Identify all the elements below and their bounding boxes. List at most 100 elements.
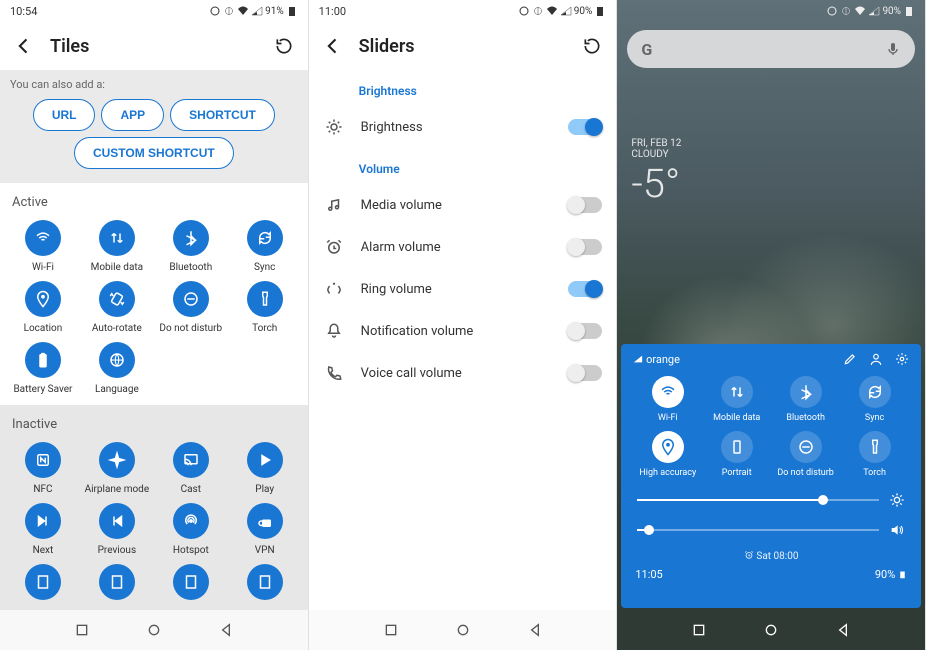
row-icon [323,322,345,340]
status-icons: 91% [209,5,298,17]
nav-home-icon[interactable] [455,622,471,638]
history-icon[interactable] [582,36,602,56]
brightness-slider-row [637,492,905,508]
carrier-label: orange [633,353,680,366]
tile-label: Sync [865,413,884,423]
tile-location[interactable]: Location [6,281,80,334]
volume-slider[interactable] [637,529,879,531]
tile-label: Do not disturb [777,468,833,478]
chip-app[interactable]: APP [101,99,164,131]
alarm-label[interactable]: Sat 08:00 [633,550,909,562]
back-icon[interactable] [323,36,343,56]
clock: 10:54 [10,5,37,18]
brightness-slider[interactable] [637,499,879,501]
row-label: Notification volume [361,324,553,339]
tile-label: High accuracy [639,468,696,478]
tile-icon [247,281,283,317]
history-icon[interactable] [274,36,294,56]
row-notification-volume[interactable]: Notification volume [309,310,617,352]
nav-recent-icon[interactable] [74,622,90,638]
section-volume: Volume [309,148,617,184]
gear-icon[interactable] [895,352,909,366]
edit-icon[interactable] [843,352,857,366]
row-ring-volume[interactable]: Ring volume [309,268,617,310]
tile-label: Wi-Fi [658,413,678,423]
toggle[interactable] [568,239,602,255]
panel-homescreen: 90% G FRI, FEB 12 CLOUDY -5° orange Wi-F… [617,0,926,650]
tile-vpn[interactable]: VPN [228,503,302,556]
chip-url[interactable]: URL [33,99,96,131]
tile-torch[interactable]: Torch [840,431,909,478]
tile-high-accuracy[interactable]: High accuracy [633,431,702,478]
row-media-volume[interactable]: Media volume [309,184,617,226]
back-icon[interactable] [14,36,34,56]
google-search-bar[interactable]: G [627,30,915,68]
tile-icon [247,220,283,256]
tile-language[interactable]: Language [80,342,154,395]
tile-label: Bluetooth [169,262,212,273]
nav-back-icon[interactable] [835,622,851,638]
nav-recent-icon[interactable] [691,622,707,638]
nav-recent-icon[interactable] [383,622,399,638]
tile-wi-fi[interactable]: Wi-Fi [633,376,702,423]
tile-next[interactable]: Next [6,503,80,556]
tile-label: Battery Saver [13,384,72,395]
user-icon[interactable] [869,352,883,366]
toggle[interactable] [568,281,602,297]
tile-icon [99,342,135,378]
tile-label: Torch [252,323,277,334]
toggle[interactable] [568,119,602,135]
app-bar: Sliders [309,22,617,70]
nav-back-icon[interactable] [527,622,543,638]
tile-portrait[interactable]: Portrait [702,431,771,478]
tile-label: Hotspot [173,545,209,556]
tile-torch[interactable]: Torch [228,281,302,334]
tile-icon [247,442,283,478]
tile-label: Sync [254,262,275,273]
tile-mobile-data[interactable]: Mobile data [702,376,771,423]
mic-icon[interactable] [885,41,901,57]
tile-mobile-data[interactable]: Mobile data [80,220,154,273]
tile-cast[interactable]: Cast [154,442,228,495]
weather-widget[interactable]: FRI, FEB 12 CLOUDY -5° [631,138,681,207]
tile-sync[interactable]: Sync [840,376,909,423]
row-icon [323,280,345,298]
tile-icon [99,281,135,317]
tile-nfc[interactable]: NFC [6,442,80,495]
tile-sync[interactable]: Sync [228,220,302,273]
tile-icon [25,281,61,317]
toggle[interactable] [568,365,602,381]
row-brightness[interactable]: Brightness [309,106,617,148]
tile-do-not-disturb[interactable]: Do not disturb [771,431,840,478]
tile-bluetooth[interactable]: Bluetooth [771,376,840,423]
tile-play[interactable]: Play [228,442,302,495]
weather-cond: CLOUDY [631,149,681,160]
tile-label: Torch [863,468,886,478]
tile-previous[interactable]: Previous [80,503,154,556]
toggle[interactable] [568,197,602,213]
tile-wi-fi[interactable]: Wi-Fi [6,220,80,273]
weather-temp: -5° [631,160,681,207]
tile-hotspot[interactable]: Hotspot [154,503,228,556]
tile-icon [99,220,135,256]
nav-home-icon[interactable] [146,622,162,638]
tile-battery-saver[interactable]: Battery Saver [6,342,80,395]
nav-home-icon[interactable] [763,622,779,638]
chip-shortcut[interactable]: SHORTCUT [170,99,275,131]
tile-airplane-mode[interactable]: Airplane mode [80,442,154,495]
tile-label: Airplane mode [85,484,150,495]
hint-text: You can also add a: [4,78,304,99]
tile-label: NFC [33,484,52,495]
tile-bluetooth[interactable]: Bluetooth [154,220,228,273]
tile-do-not-disturb[interactable]: Do not disturb [154,281,228,334]
tile-icon [247,503,283,539]
row-voice-call-volume[interactable]: Voice call volume [309,352,617,394]
nav-back-icon[interactable] [218,622,234,638]
footer-battery: 90% [875,568,907,581]
tile-label: Play [255,484,274,495]
tile-auto-rotate[interactable]: Auto-rotate [80,281,154,334]
toggle[interactable] [568,323,602,339]
tile-icon [652,376,684,408]
row-alarm-volume[interactable]: Alarm volume [309,226,617,268]
chip-custom-shortcut[interactable]: CUSTOM SHORTCUT [74,137,234,169]
